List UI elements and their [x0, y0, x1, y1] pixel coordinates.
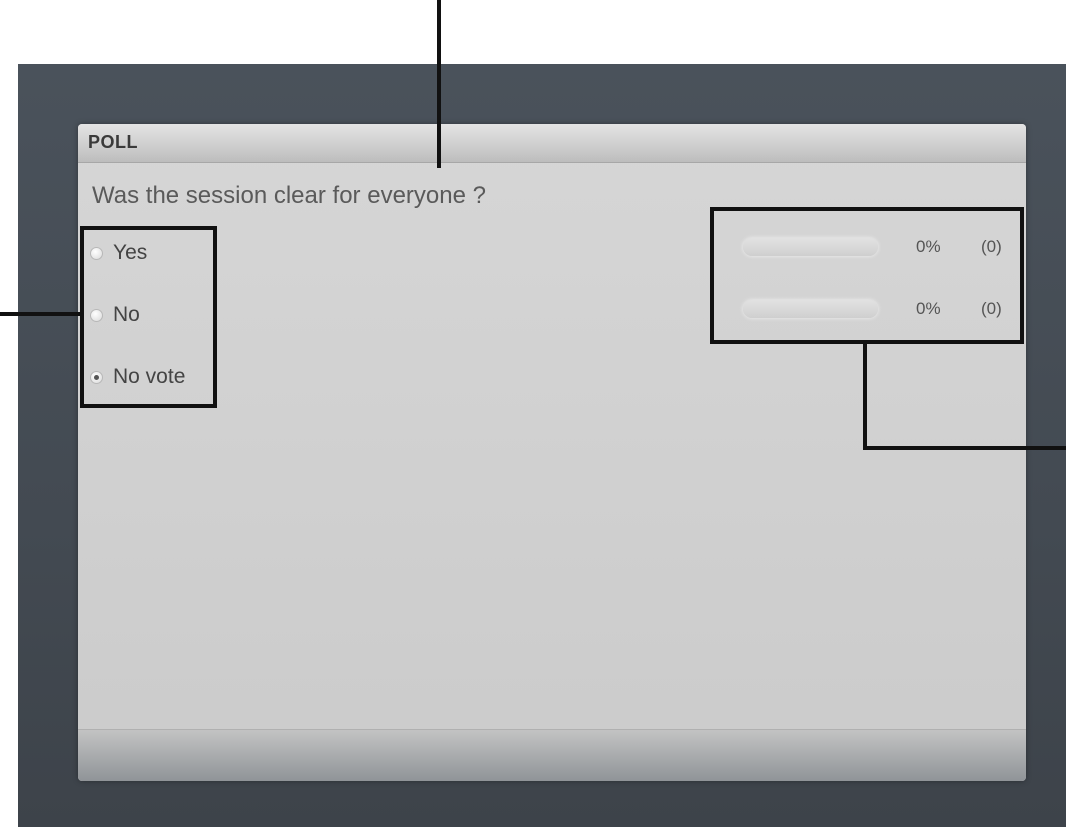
poll-header: POLL [78, 124, 1026, 163]
callout-line-results-vertical [863, 342, 867, 450]
callout-line-question [437, 0, 441, 168]
poll-title: POLL [88, 132, 138, 152]
callout-box-results [710, 207, 1024, 344]
callout-line-results-horizontal [863, 446, 1066, 450]
poll-footer [78, 729, 1026, 781]
poll-question: Was the session clear for everyone ? [92, 182, 486, 209]
callout-box-options [80, 226, 217, 408]
callout-line-options [0, 312, 82, 316]
